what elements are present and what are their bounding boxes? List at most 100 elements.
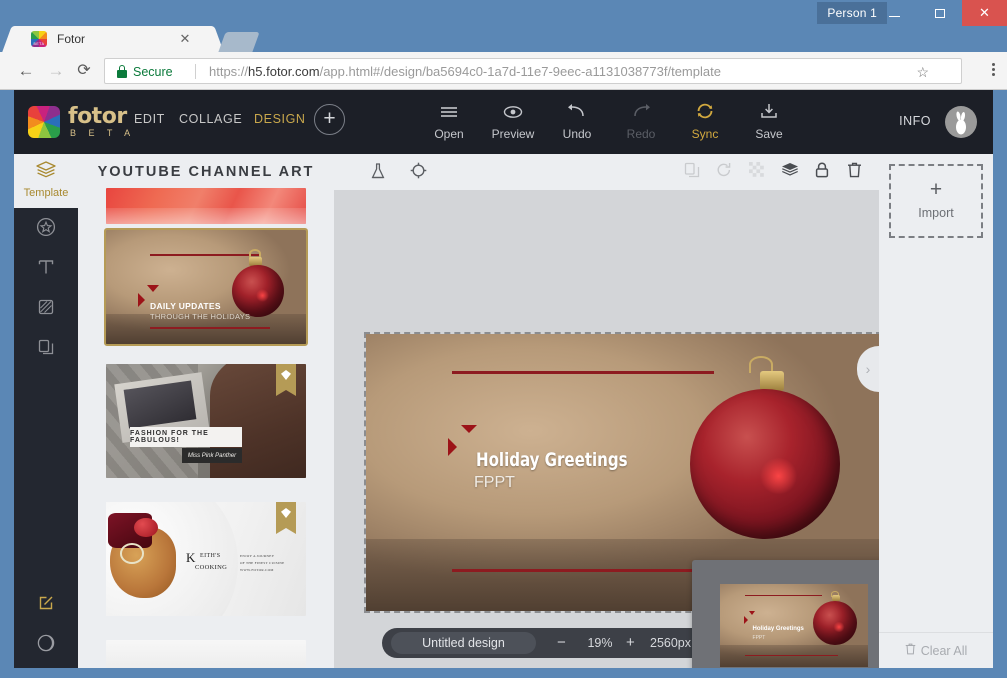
toolbar-sync[interactable]: Sync	[676, 102, 734, 141]
layers-icon	[14, 160, 78, 186]
plus-icon: +	[929, 178, 943, 201]
close-icon[interactable]: ✕	[177, 31, 193, 47]
toolbar-sync-label: Sync	[691, 127, 719, 141]
browser-tabstrip: BETA Fotor ✕	[0, 26, 1007, 52]
import-dropzone[interactable]: + Import	[889, 164, 983, 238]
diamond-icon	[281, 370, 291, 380]
toolbar-save-label: Save	[755, 127, 783, 141]
minimap-preview: Holiday Greetings FPPT	[720, 584, 868, 667]
window-titlebar: Person 1 ✕	[0, 0, 1007, 26]
forward-icon[interactable]: →	[46, 61, 66, 81]
url-text: https://h5.fotor.com/app.html#/design/ba…	[209, 64, 929, 80]
browser-menu-icon[interactable]	[992, 63, 995, 78]
import-label: Import	[918, 206, 954, 220]
back-icon[interactable]: ←	[16, 61, 36, 81]
toolbar-preview-label: Preview	[491, 127, 535, 141]
list-item-sublabel: THROUGH THE HOLIDAYS	[150, 312, 251, 322]
list-item-tagline2: OF THE FINEST CUISINE	[240, 561, 285, 566]
address-bar[interactable]: Secure https://h5.fotor.com/app.html#/de…	[104, 58, 962, 84]
zoom-level-label: 19%	[587, 636, 613, 650]
list-item[interactable]: FASHION FOR THE FABULOUS! Miss Pink Pant…	[106, 364, 306, 478]
toolbar-undo[interactable]: Undo	[548, 102, 606, 141]
rotate-icon[interactable]	[713, 162, 735, 182]
url-host: h5.fotor.com	[248, 64, 320, 79]
toolbar-undo-label: Undo	[562, 127, 592, 141]
nav-tab-design[interactable]: DESIGN	[254, 112, 306, 126]
lock-icon	[117, 65, 127, 78]
sync-icon	[676, 102, 734, 124]
window-maximize-button[interactable]	[917, 0, 962, 26]
application-window: Person 1 ✕ BETA Fotor ✕ ← → ⟳ Secure htt…	[0, 0, 1007, 678]
navigator-minimap[interactable]: Holiday Greetings FPPT ↘	[692, 560, 893, 668]
fotor-logo-icon: BETA	[31, 31, 47, 47]
list-item[interactable]	[106, 640, 306, 668]
minimap-title-text: Holiday Greetings	[752, 625, 804, 632]
left-tool-rail: Template	[14, 154, 78, 668]
bookmark-star-icon[interactable]: ☆	[916, 64, 929, 80]
url-path: /app.html#/design/ba5694c0-1a7d-11e7-9ee…	[319, 64, 721, 79]
toolbar-open[interactable]: Open	[420, 102, 478, 141]
window-close-button[interactable]: ✕	[962, 0, 1007, 26]
sidebar-item-template[interactable]: Template	[14, 154, 78, 208]
design-title-text[interactable]: Holiday Greetings	[476, 449, 628, 471]
zoom-out-button[interactable]: −	[557, 628, 566, 658]
add-new-button[interactable]: +	[314, 104, 345, 135]
sidebar-item-duplicate[interactable]	[14, 330, 78, 382]
toolbar-redo[interactable]: Redo	[612, 102, 670, 141]
reload-icon[interactable]: ⟳	[74, 61, 94, 81]
design-name-input[interactable]: Untitled design	[391, 632, 536, 654]
canvas-area[interactable]: Holiday Greetings FPPT › Untitled design…	[334, 154, 893, 668]
list-item-label: FASHION FOR THE FABULOUS!	[130, 429, 209, 444]
design-subtitle-text[interactable]: FPPT	[474, 474, 515, 492]
eye-icon	[484, 102, 542, 124]
list-item[interactable]: K EITH'S COOKING ENJOY A JOURNEY OF THE …	[106, 502, 306, 616]
toolbar-redo-label: Redo	[626, 127, 656, 141]
zoom-in-button[interactable]: +	[626, 628, 635, 658]
crosshair-target-icon[interactable]	[407, 162, 429, 182]
duplicate-icon	[14, 336, 78, 362]
background-hatch-icon	[14, 296, 78, 322]
list-item[interactable]	[106, 188, 306, 224]
fotor-header: fotor B E T A EDIT COLLAGE DESIGN + Open…	[14, 90, 993, 154]
trash-icon[interactable]	[843, 162, 865, 182]
browser-tab-fotor[interactable]: BETA Fotor ✕	[15, 26, 211, 52]
contrast-moon-icon	[14, 632, 78, 658]
fotor-logo-icon[interactable]	[28, 106, 60, 138]
url-scheme: https://	[209, 64, 249, 79]
list-item-logo-initial: K	[186, 550, 196, 566]
list-item-label: DAILY UPDATES	[150, 300, 221, 311]
nav-tab-edit[interactable]: EDIT	[134, 112, 165, 126]
list-item-tagline1: ENJOY A JOURNEY	[240, 554, 275, 559]
toolbar-preview[interactable]: Preview	[484, 102, 542, 141]
layers-icon[interactable]	[779, 162, 801, 182]
undo-icon	[548, 102, 606, 124]
diamond-icon	[281, 508, 291, 518]
clear-all-button[interactable]: Clear All	[879, 632, 993, 668]
fotor-beta-label: B E T A	[70, 128, 136, 138]
secure-label: Secure	[133, 65, 173, 79]
save-icon	[740, 102, 798, 124]
sidebar-item-template-label: Template	[23, 187, 69, 199]
sidebar-item-contrast[interactable]	[14, 626, 78, 668]
edit-square-icon	[14, 592, 78, 618]
fotor-wordmark: fotor	[68, 104, 127, 129]
template-panel: YOUTUBE CHANNEL ART DAILY UPDATES THROUG…	[78, 154, 334, 668]
toolbar-save[interactable]: Save	[740, 102, 798, 141]
redo-icon	[612, 102, 670, 124]
list-item-label2: COOKING	[195, 563, 228, 571]
import-panel: + Import Clear All	[879, 154, 993, 668]
minimap-subtitle-text: FPPT	[752, 634, 766, 641]
clear-all-label: Clear All	[920, 644, 968, 658]
nav-tab-collage[interactable]: COLLAGE	[179, 112, 242, 126]
info-label[interactable]: INFO	[899, 114, 931, 128]
list-item-label: EITH'S	[200, 553, 221, 560]
list-item[interactable]: DAILY UPDATES THROUGH THE HOLIDAYS	[104, 228, 308, 346]
transparency-icon[interactable]	[745, 162, 767, 182]
window-minimize-button[interactable]	[872, 0, 917, 26]
avatar[interactable]	[945, 106, 977, 138]
new-tab-button[interactable]	[218, 32, 260, 52]
lock-icon[interactable]	[811, 162, 833, 182]
canvas-toolbar	[334, 154, 879, 190]
duplicate-icon[interactable]	[681, 162, 703, 182]
flask-icon[interactable]	[367, 162, 389, 182]
